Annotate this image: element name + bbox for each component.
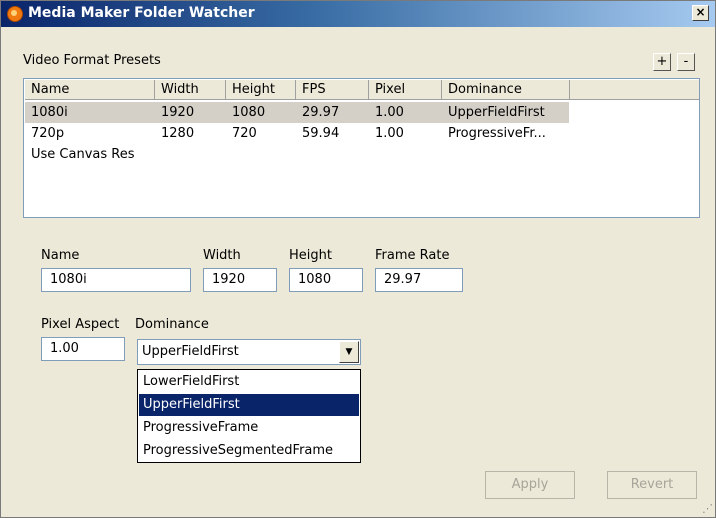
- dominance-label: Dominance: [135, 317, 209, 332]
- cell-width: 1920: [161, 105, 195, 120]
- pixel-aspect-label: Pixel Aspect: [41, 317, 120, 332]
- dropdown-option-progressive-segmented-frame[interactable]: ProgressiveSegmentedFrame: [139, 440, 359, 462]
- column-header-dominance[interactable]: Dominance: [442, 80, 570, 100]
- column-header-fps[interactable]: FPS: [296, 80, 369, 100]
- name-label: Name: [41, 248, 80, 263]
- resize-grip-icon[interactable]: ⋰: [701, 503, 713, 515]
- width-label: Width: [203, 248, 241, 263]
- apply-button[interactable]: Apply: [485, 471, 575, 499]
- column-header-width[interactable]: Width: [155, 80, 226, 100]
- remove-preset-button[interactable]: -: [677, 53, 695, 71]
- presets-list[interactable]: Name Width Height FPS Pixel Dominance 10…: [23, 78, 700, 218]
- cell-dominance: UpperFieldFirst: [448, 105, 545, 120]
- cell-height: 720: [232, 126, 257, 141]
- dropdown-arrow-button[interactable]: ▼: [339, 341, 359, 363]
- app-icon: [7, 6, 23, 22]
- table-row[interactable]: 720p 1280 720 59.94 1.00 ProgressiveFr..…: [25, 123, 569, 144]
- dropdown-option-upper-field-first[interactable]: UpperFieldFirst: [139, 394, 359, 416]
- height-field[interactable]: 1080: [289, 268, 363, 292]
- cell-width: 1280: [161, 126, 195, 141]
- column-header-empty: [570, 80, 699, 100]
- presets-section-label: Video Format Presets: [23, 53, 161, 68]
- dropdown-option-progressive-frame[interactable]: ProgressiveFrame: [139, 417, 359, 439]
- column-header-height[interactable]: Height: [226, 80, 296, 100]
- close-button[interactable]: ×: [692, 5, 709, 21]
- pixel-aspect-field[interactable]: 1.00: [41, 337, 125, 361]
- column-header-pixel[interactable]: Pixel: [369, 80, 442, 100]
- cell-fps: 29.97: [302, 105, 340, 120]
- dominance-selected-value: UpperFieldFirst: [142, 344, 239, 359]
- cell-name: 1080i: [31, 105, 68, 120]
- cell-height: 1080: [232, 105, 266, 120]
- width-field[interactable]: 1920: [203, 268, 277, 292]
- revert-button[interactable]: Revert: [607, 471, 697, 499]
- add-preset-button[interactable]: +: [653, 53, 671, 71]
- dropdown-option-lower-field-first[interactable]: LowerFieldFirst: [139, 371, 359, 393]
- list-header: Name Width Height FPS Pixel Dominance: [25, 80, 699, 101]
- folder-watcher-window: Media Maker Folder Watcher × Video Forma…: [0, 0, 716, 518]
- frame-rate-field[interactable]: 29.97: [375, 268, 463, 292]
- table-row[interactable]: Use Canvas Res: [25, 144, 569, 165]
- cell-dominance: ProgressiveFr...: [448, 126, 546, 141]
- cell-name: 720p: [31, 126, 65, 141]
- cell-pixel: 1.00: [375, 105, 404, 120]
- name-field[interactable]: 1080i: [41, 268, 191, 292]
- dominance-dropdown-list[interactable]: LowerFieldFirst UpperFieldFirst Progress…: [137, 369, 361, 463]
- table-row[interactable]: 1080i 1920 1080 29.97 1.00 UpperFieldFir…: [25, 102, 569, 123]
- frame-rate-label: Frame Rate: [375, 248, 450, 263]
- cell-pixel: 1.00: [375, 126, 404, 141]
- chevron-down-icon: ▼: [345, 347, 353, 357]
- dominance-select[interactable]: UpperFieldFirst ▼: [137, 339, 361, 365]
- cell-fps: 59.94: [302, 126, 340, 141]
- window-title: Media Maker Folder Watcher: [28, 5, 255, 21]
- height-label: Height: [289, 248, 332, 263]
- title-bar[interactable]: Media Maker Folder Watcher ×: [1, 1, 715, 27]
- column-header-name[interactable]: Name: [25, 80, 155, 100]
- cell-name: Use Canvas Res: [31, 147, 135, 162]
